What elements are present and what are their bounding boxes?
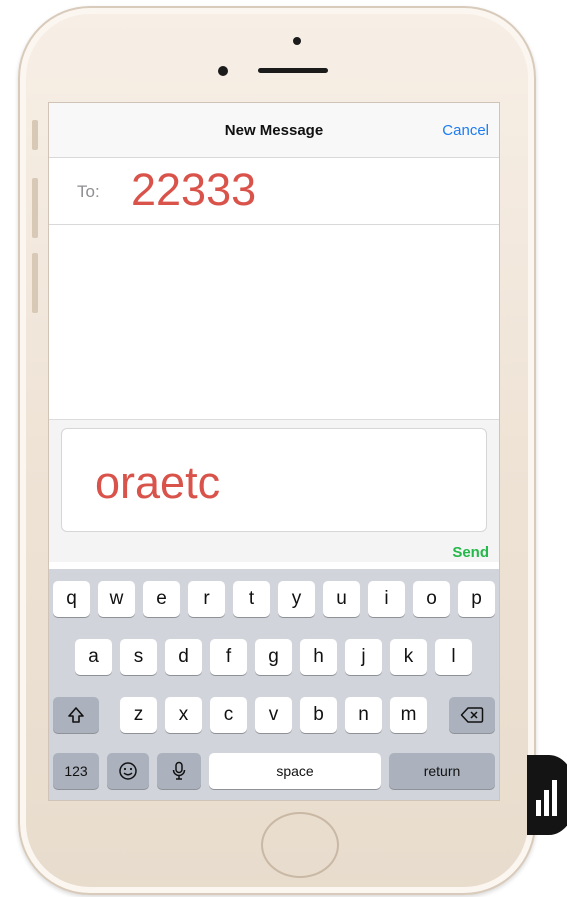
mute-switch <box>32 120 38 150</box>
key-a[interactable]: a <box>75 639 112 675</box>
earpiece-speaker <box>258 68 328 73</box>
key-y[interactable]: y <box>278 581 315 617</box>
to-label: To: <box>77 182 100 201</box>
recipient-field[interactable]: To: 22333 <box>49 158 499 225</box>
proximity-sensor <box>293 37 301 45</box>
volume-up-button <box>32 178 38 238</box>
cancel-button[interactable]: Cancel <box>442 122 489 139</box>
shift-icon <box>68 707 84 723</box>
send-button[interactable]: Send <box>452 544 489 561</box>
key-u[interactable]: u <box>323 581 360 617</box>
key-q[interactable]: q <box>53 581 90 617</box>
page-title: New Message <box>224 122 324 139</box>
key-p[interactable]: p <box>458 581 495 617</box>
key-m[interactable]: m <box>390 697 427 733</box>
key-v[interactable]: v <box>255 697 292 733</box>
key-t[interactable]: t <box>233 581 270 617</box>
navigation-bar: New Message Cancel <box>49 103 499 158</box>
key-x[interactable]: x <box>165 697 202 733</box>
shift-key[interactable] <box>53 697 99 733</box>
microphone-icon <box>172 761 186 780</box>
key-s[interactable]: s <box>120 639 157 675</box>
key-n[interactable]: n <box>345 697 382 733</box>
logo-icon <box>527 755 567 835</box>
key-r[interactable]: r <box>188 581 225 617</box>
watermark-logo <box>527 750 567 840</box>
emoji-key[interactable] <box>107 753 149 789</box>
message-text: oraetc <box>95 457 221 508</box>
phone-screen: New Message Cancel To: 22333 oraetc Send… <box>48 102 500 801</box>
numbers-key[interactable]: 123 <box>53 753 99 789</box>
front-camera <box>218 66 228 76</box>
key-l[interactable]: l <box>435 639 472 675</box>
home-button[interactable] <box>261 812 339 878</box>
return-key[interactable]: return <box>389 753 495 789</box>
recipient-number[interactable]: 22333 <box>131 164 256 216</box>
key-i[interactable]: i <box>368 581 405 617</box>
compose-bar: oraetc Send <box>49 419 499 562</box>
key-g[interactable]: g <box>255 639 292 675</box>
delete-key[interactable] <box>449 697 495 733</box>
key-b[interactable]: b <box>300 697 337 733</box>
volume-down-button <box>32 253 38 313</box>
key-e[interactable]: e <box>143 581 180 617</box>
smiley-icon <box>119 762 137 780</box>
dictation-key[interactable] <box>157 753 201 789</box>
message-input[interactable]: oraetc <box>61 428 487 532</box>
key-w[interactable]: w <box>98 581 135 617</box>
backspace-icon <box>460 707 484 723</box>
key-f[interactable]: f <box>210 639 247 675</box>
keyboard: q w e r t y u i o p a s d f g h j k l z … <box>49 569 499 800</box>
key-h[interactable]: h <box>300 639 337 675</box>
key-o[interactable]: o <box>413 581 450 617</box>
space-key[interactable]: space <box>209 753 381 789</box>
key-c[interactable]: c <box>210 697 247 733</box>
key-k[interactable]: k <box>390 639 427 675</box>
key-j[interactable]: j <box>345 639 382 675</box>
message-thread-area <box>49 225 499 419</box>
key-z[interactable]: z <box>120 697 157 733</box>
key-d[interactable]: d <box>165 639 202 675</box>
